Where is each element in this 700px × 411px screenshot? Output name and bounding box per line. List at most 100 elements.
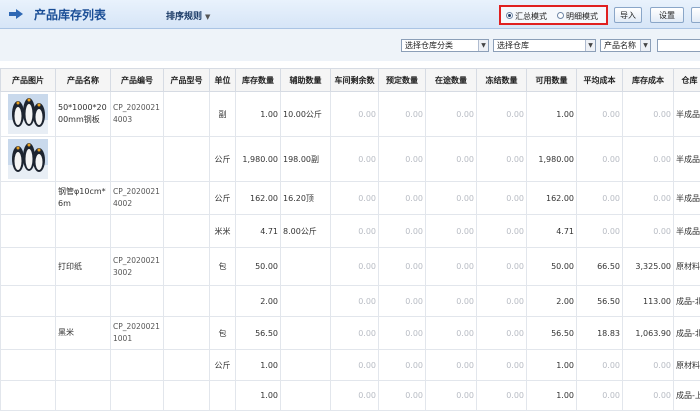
cell-product-name[interactable]: 打印纸 xyxy=(56,248,111,286)
cell-frozen: 0.00 xyxy=(477,215,527,248)
col-header-workshop-remain[interactable]: 车间剩余数 xyxy=(331,69,379,92)
settings-button[interactable]: 设置 xyxy=(650,7,684,23)
cell-product-name[interactable] xyxy=(56,137,111,182)
col-header-name[interactable]: 产品名称 xyxy=(56,69,111,92)
more-button[interactable] xyxy=(691,7,700,23)
cell-avg-cost: 0.00 xyxy=(577,137,623,182)
cell-avg-cost: 66.50 xyxy=(577,248,623,286)
summary-mode-radio[interactable] xyxy=(506,12,513,19)
detail-mode-radio[interactable] xyxy=(557,12,564,19)
cell-product-name[interactable] xyxy=(56,381,111,411)
table-row[interactable]: 2.000.000.000.000.002.0056.50113.00成品-北京… xyxy=(1,286,700,317)
cell-available: 1.00 xyxy=(527,381,577,411)
detail-mode-label[interactable]: 明细模式 xyxy=(566,11,598,22)
cell-stock-cost: 1,063.90 xyxy=(623,317,674,350)
cell-stock-cost: 113.00 xyxy=(623,286,674,317)
warehouse-category-select[interactable]: 选择仓库分类 ▼ xyxy=(401,39,489,52)
cell-product-name[interactable] xyxy=(56,215,111,248)
col-header-in-transit[interactable]: 在途数量 xyxy=(426,69,477,92)
cell-reserved: 0.00 xyxy=(379,215,426,248)
table-row[interactable]: 米米4.718.00公斤0.000.000.000.004.710.000.00… xyxy=(1,215,700,248)
col-header-frozen[interactable]: 冻结数量 xyxy=(477,69,527,92)
cell-qty: 2.00 xyxy=(236,286,281,317)
cell-warehouse: 原材料-原材 xyxy=(674,248,700,286)
cell-product-name[interactable]: 50*1000*2000mm钢板 xyxy=(56,92,111,137)
cell-image xyxy=(1,92,56,137)
cell-image xyxy=(1,286,56,317)
cell-stock-cost: 0.00 xyxy=(623,381,674,411)
cell-qty: 50.00 xyxy=(236,248,281,286)
col-header-code[interactable]: 产品编号 xyxy=(111,69,164,92)
cell-qty: 162.00 xyxy=(236,182,281,215)
chevron-down-icon: ▼ xyxy=(478,40,488,51)
cell-frozen: 0.00 xyxy=(477,182,527,215)
inventory-table: 产品图片 产品名称 产品编号 产品型号 单位 库存数量 辅助数量 车间剩余数 预… xyxy=(0,68,700,411)
cell-frozen: 0.00 xyxy=(477,286,527,317)
cell-unit: 公斤 xyxy=(210,350,236,381)
cell-product-model xyxy=(164,215,210,248)
cell-available: 1,980.00 xyxy=(527,137,577,182)
cell-in-transit: 0.00 xyxy=(426,137,477,182)
sort-rule-dropdown[interactable]: 排序规则▼ xyxy=(166,9,210,22)
cell-qty: 1.00 xyxy=(236,92,281,137)
cell-qty: 1,980.00 xyxy=(236,137,281,182)
col-header-qty[interactable]: 库存数量 xyxy=(236,69,281,92)
cell-warehouse: 半成品-1号 xyxy=(674,92,700,137)
cell-image xyxy=(1,350,56,381)
col-header-avg-cost[interactable]: 平均成本 xyxy=(577,69,623,92)
cell-workshop-remain: 0.00 xyxy=(331,350,379,381)
cell-reserved: 0.00 xyxy=(379,350,426,381)
search-field-value: 产品名称 xyxy=(604,41,636,50)
cell-available: 50.00 xyxy=(527,248,577,286)
search-input[interactable] xyxy=(657,39,700,52)
cell-aux-qty: 16.20顶 xyxy=(281,182,331,215)
product-image[interactable] xyxy=(8,139,48,179)
col-header-model[interactable]: 产品型号 xyxy=(164,69,210,92)
search-field-select[interactable]: 产品名称 ▼ xyxy=(600,39,651,52)
cell-product-code xyxy=(111,137,164,182)
cell-reserved: 0.00 xyxy=(379,317,426,350)
warehouse-select[interactable]: 选择仓库 ▼ xyxy=(493,39,596,52)
summary-mode-label[interactable]: 汇总模式 xyxy=(515,11,547,22)
table-row[interactable]: 钢管φ10cm*6mCP_20200214002公斤162.0016.20顶0.… xyxy=(1,182,700,215)
product-image[interactable] xyxy=(8,94,48,134)
cell-frozen: 0.00 xyxy=(477,381,527,411)
cell-product-name[interactable]: 钢管φ10cm*6m xyxy=(56,182,111,215)
cell-aux-qty xyxy=(281,248,331,286)
sort-rule-label: 排序规则 xyxy=(166,12,202,22)
warehouse-value: 选择仓库 xyxy=(497,41,529,50)
cell-in-transit: 0.00 xyxy=(426,317,477,350)
cell-unit xyxy=(210,286,236,317)
col-header-warehouse[interactable]: 仓库 xyxy=(674,69,700,92)
table-row[interactable]: 50*1000*2000mm钢板CP_20200214003副1.0010.00… xyxy=(1,92,700,137)
cell-image xyxy=(1,137,56,182)
cell-product-name[interactable]: 黑米 xyxy=(56,317,111,350)
table-row[interactable]: 打印纸CP_20200213002包50.000.000.000.000.005… xyxy=(1,248,700,286)
cell-product-name[interactable] xyxy=(56,350,111,381)
cell-frozen: 0.00 xyxy=(477,92,527,137)
table-row[interactable]: 黑米CP_20200211001包56.500.000.000.000.0056… xyxy=(1,317,700,350)
table-row[interactable]: 1.000.000.000.000.001.000.000.00成品-上海仓 xyxy=(1,381,700,411)
cell-available: 162.00 xyxy=(527,182,577,215)
table-row[interactable]: 公斤1,980.00198.00副0.000.000.000.001,980.0… xyxy=(1,137,700,182)
cell-workshop-remain: 0.00 xyxy=(331,248,379,286)
col-header-aux-qty[interactable]: 辅助数量 xyxy=(281,69,331,92)
cell-aux-qty xyxy=(281,350,331,381)
col-header-unit[interactable]: 单位 xyxy=(210,69,236,92)
cell-avg-cost: 0.00 xyxy=(577,92,623,137)
import-button[interactable]: 导入 xyxy=(614,7,642,23)
col-header-stock-cost[interactable]: 库存成本 xyxy=(623,69,674,92)
cell-product-model xyxy=(164,286,210,317)
cell-aux-qty xyxy=(281,286,331,317)
cell-available: 2.00 xyxy=(527,286,577,317)
cell-product-code: CP_20200214002 xyxy=(111,182,164,215)
cell-reserved: 0.00 xyxy=(379,92,426,137)
col-header-image[interactable]: 产品图片 xyxy=(1,69,56,92)
cell-product-name[interactable] xyxy=(56,286,111,317)
cell-avg-cost: 0.00 xyxy=(577,381,623,411)
cell-product-code xyxy=(111,286,164,317)
col-header-available[interactable]: 可用数量 xyxy=(527,69,577,92)
cell-product-model xyxy=(164,92,210,137)
table-row[interactable]: 公斤1.000.000.000.000.001.000.000.00原材料-1号 xyxy=(1,350,700,381)
col-header-reserved[interactable]: 预定数量 xyxy=(379,69,426,92)
